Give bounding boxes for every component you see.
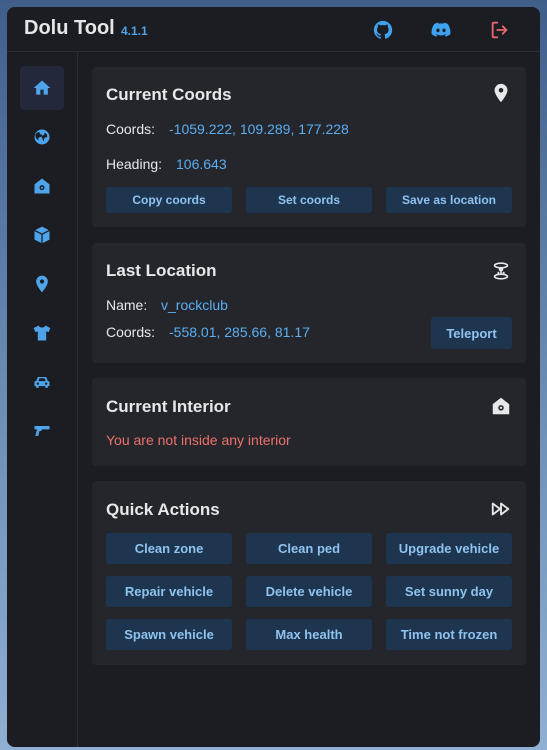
clean-zone-button[interactable]: Clean zone: [106, 533, 232, 564]
current-interior-title: Current Interior: [106, 397, 231, 416]
copy-coords-button[interactable]: Copy coords: [106, 187, 232, 213]
discord-icon[interactable]: [430, 19, 452, 41]
coords-label: Coords:: [106, 324, 156, 340]
home-icon: [33, 80, 51, 95]
current-coords-title: Current Coords: [106, 85, 232, 104]
globe-icon: [34, 129, 50, 145]
heading-value: 106.643: [176, 156, 227, 172]
set-sunny-day-button[interactable]: Set sunny day: [386, 576, 512, 607]
title-bar: Dolu Tool 4.1.1: [7, 7, 540, 52]
interior-house-icon: [34, 178, 50, 194]
coords-value: -558.01, 285.66, 81.17: [169, 324, 310, 340]
sidebar-item-weapons[interactable]: [20, 409, 64, 453]
sidebar-item-clothing[interactable]: [20, 311, 64, 355]
location-pin-icon: [36, 275, 48, 293]
upgrade-vehicle-button[interactable]: Upgrade vehicle: [386, 533, 512, 564]
sidebar-item-objects[interactable]: [20, 213, 64, 257]
clean-ped-button[interactable]: Clean ped: [246, 533, 372, 564]
repair-vehicle-button[interactable]: Repair vehicle: [106, 576, 232, 607]
coords-label: Coords:: [106, 121, 156, 137]
name-label: Name:: [106, 297, 148, 313]
teleport-button[interactable]: Teleport: [431, 317, 512, 349]
save-as-location-button[interactable]: Save as location: [386, 187, 512, 213]
teleport-icon: [490, 260, 512, 282]
delete-vehicle-button[interactable]: Delete vehicle: [246, 576, 372, 607]
sidebar-item-home[interactable]: [20, 66, 64, 110]
location-pin-icon: [490, 82, 512, 104]
cube-icon: [34, 226, 50, 244]
github-icon[interactable]: [372, 19, 394, 41]
last-location-title: Last Location: [106, 261, 217, 280]
sidebar-item-interiors[interactable]: [20, 164, 64, 208]
last-location-card: Last Location Name: v_rockclub Coords: -…: [92, 243, 526, 363]
heading-label: Heading:: [106, 156, 163, 172]
max-health-button[interactable]: Max health: [246, 619, 372, 650]
quick-actions-title: Quick Actions: [106, 500, 220, 519]
gun-icon: [34, 426, 50, 436]
app-window: Dolu Tool 4.1.1 Current Coords Coords: -…: [7, 7, 540, 747]
current-interior-card: Current Interior You are not inside any …: [92, 378, 526, 466]
coords-value: -1059.222, 109.289, 177.228: [169, 121, 349, 137]
set-coords-button[interactable]: Set coords: [246, 187, 372, 213]
logout-icon[interactable]: [489, 19, 511, 41]
quick-actions-card: Quick Actions Clean zone Clean ped Upgra…: [92, 481, 526, 665]
sidebar: [7, 52, 78, 747]
time-not-frozen-button[interactable]: Time not frozen: [386, 619, 512, 650]
interior-house-icon: [490, 395, 512, 417]
sidebar-item-world[interactable]: [20, 115, 64, 159]
sidebar-item-locations[interactable]: [20, 262, 64, 306]
spawn-vehicle-button[interactable]: Spawn vehicle: [106, 619, 232, 650]
current-coords-card: Current Coords Coords: -1059.222, 109.28…: [92, 67, 526, 227]
sidebar-item-vehicles[interactable]: [20, 360, 64, 404]
app-title: Dolu Tool: [24, 17, 115, 39]
app-version: 4.1.1: [121, 24, 148, 38]
name-value: v_rockclub: [161, 297, 228, 313]
tshirt-icon: [33, 325, 51, 341]
car-icon: [34, 377, 50, 388]
fast-forward-icon: [490, 498, 512, 520]
interior-status-message: You are not inside any interior: [106, 432, 291, 448]
